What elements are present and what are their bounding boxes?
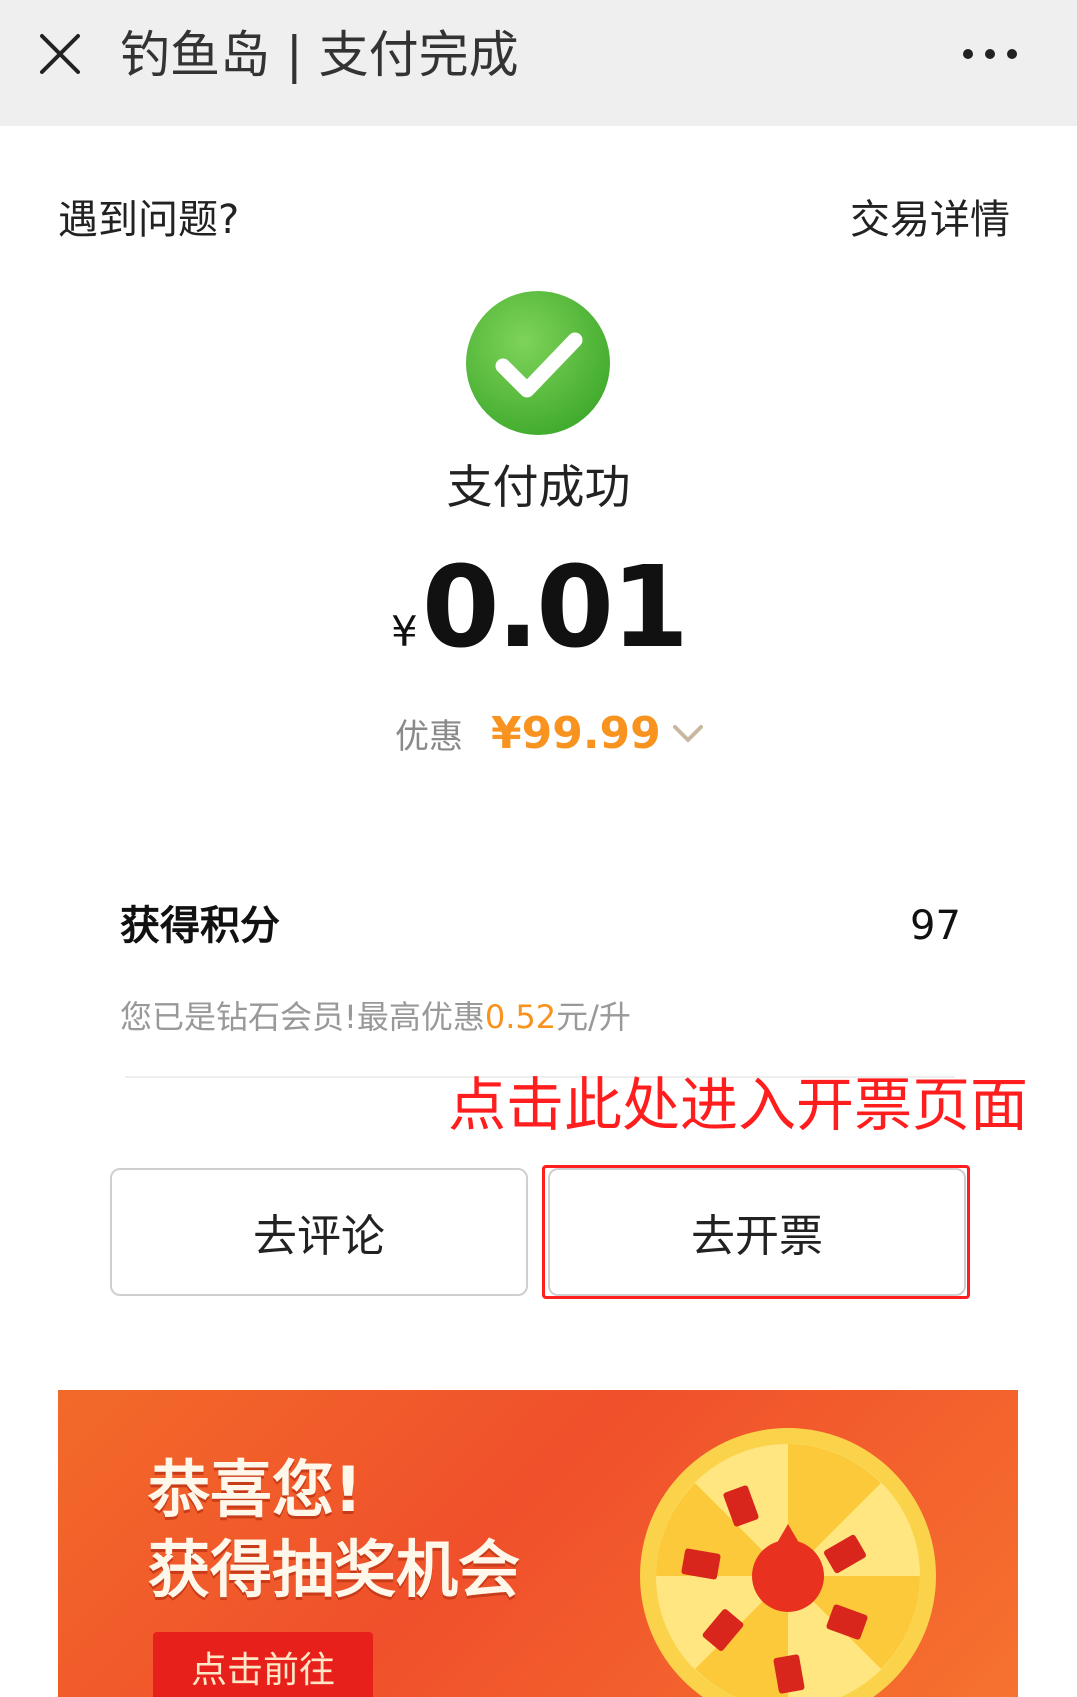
nav-bar: 钓鱼岛 | 支付完成 xyxy=(0,0,1077,126)
invoice-button[interactable]: 去开票 xyxy=(548,1168,966,1296)
chevron-down-icon xyxy=(672,724,703,742)
review-button[interactable]: 去评论 xyxy=(110,1168,528,1296)
banner-title: 恭喜您! 获得抽奖机会 xyxy=(148,1450,520,1610)
member-note-suffix: 元/升 xyxy=(556,998,631,1036)
banner-line-2: 获得抽奖机会 xyxy=(148,1533,521,1606)
member-note-prefix: 您已是钻石会员!最高优惠 xyxy=(120,998,485,1036)
annotation-text: 点击此处进入开票页面 xyxy=(448,1071,1029,1139)
points-value: 97 xyxy=(910,903,961,949)
currency-symbol: ¥ xyxy=(390,607,418,656)
member-note: 您已是钻石会员!最高优惠0.52元/升 xyxy=(120,992,631,1042)
close-icon[interactable] xyxy=(36,30,84,78)
points-label: 获得积分 xyxy=(120,903,280,949)
help-link[interactable]: 遇到问题? xyxy=(58,192,239,248)
amount-value: 0.01 xyxy=(421,543,689,673)
payment-amount: ¥0.01 xyxy=(0,548,1077,668)
member-note-highlight: 0.52 xyxy=(484,998,557,1036)
payment-status: 支付成功 xyxy=(446,460,631,514)
banner-line-1: 恭喜您! xyxy=(148,1453,363,1526)
lottery-wheel-icon xyxy=(640,1428,936,1697)
discount-value: ¥99.99 xyxy=(491,708,661,759)
page-title: 钓鱼岛 | 支付完成 xyxy=(120,26,519,84)
more-options-icon[interactable] xyxy=(960,42,1020,66)
discount-label: 优惠 xyxy=(395,717,463,757)
checkmark-success-icon xyxy=(466,291,610,435)
discount-toggle[interactable]: 优惠 ¥99.99 xyxy=(395,708,705,764)
transaction-details-link[interactable]: 交易详情 xyxy=(850,192,1010,248)
lottery-banner[interactable]: 恭喜您! 获得抽奖机会 点击前往 xyxy=(58,1390,1018,1697)
banner-go-button[interactable]: 点击前往 xyxy=(153,1632,373,1697)
